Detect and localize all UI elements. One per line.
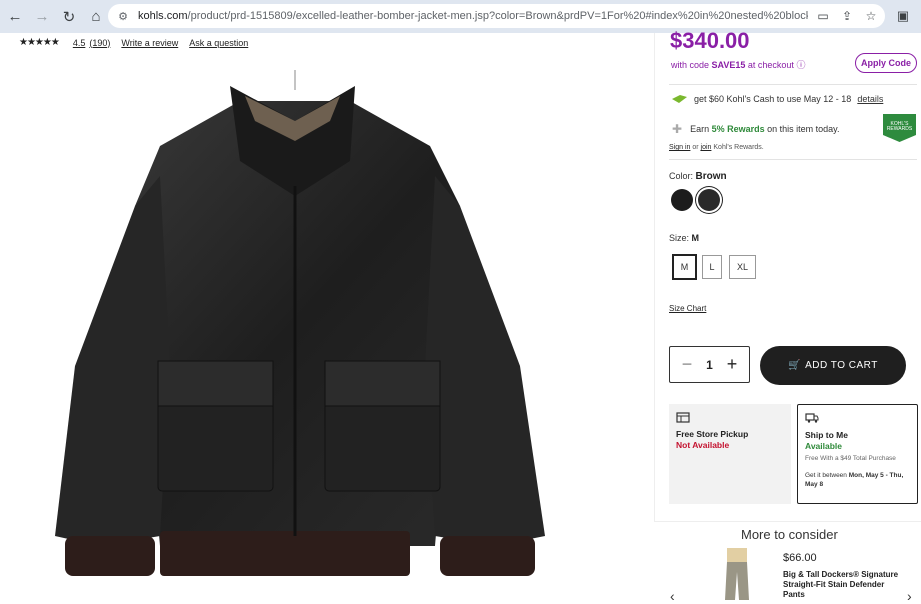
apply-code-button[interactable]: Apply Code — [855, 53, 917, 73]
cart-icon: 🛒 — [788, 360, 802, 371]
promo-code-line: with code SAVE15 at checkout ⓘ — [671, 60, 806, 70]
store-pickup-option[interactable]: Free Store Pickup Not Available — [669, 404, 791, 504]
reload-icon[interactable]: ↻ — [57, 5, 81, 29]
ask-question-link[interactable]: Ask a question — [189, 38, 248, 48]
url-text[interactable]: kohls.com/product/prd-1515809/excelled-l… — [138, 10, 808, 22]
rating-row: ★★★★★ 4.5 (190) Write a review Ask a que… — [19, 37, 248, 48]
signin-line: Sign in or join Kohl's Rewards. — [669, 144, 764, 151]
size-chart-link[interactable]: Size Chart — [669, 304, 706, 313]
divider — [669, 84, 917, 85]
color-swatch-brown[interactable] — [698, 189, 720, 211]
clipboard-icon[interactable]: ▭ — [815, 7, 831, 25]
size-option-m[interactable]: M — [673, 255, 696, 279]
plus-icon: ✚ — [672, 122, 683, 136]
store-icon — [676, 412, 690, 423]
ship-status: Available — [805, 441, 843, 451]
product-image-jacket[interactable] — [40, 66, 560, 600]
more-to-consider-title: More to consider — [741, 527, 838, 542]
browser-toolbar: ← → ↻ ⌂ ⚙ kohls.com/product/prd-1515809/… — [0, 0, 921, 33]
write-review-link[interactable]: Write a review — [121, 38, 178, 48]
increase-quantity-button[interactable]: + — [723, 354, 741, 375]
rating-value[interactable]: 4.5 — [73, 38, 86, 48]
kohls-cash-details-link[interactable]: details — [857, 94, 883, 104]
color-swatch-black[interactable] — [671, 189, 693, 211]
share-icon[interactable]: ⇪ — [839, 7, 855, 25]
size-option-xl[interactable]: XL — [729, 255, 756, 279]
carousel-next-icon[interactable]: › — [907, 588, 912, 604]
recommended-product-image[interactable] — [719, 548, 755, 600]
product-price: $340.00 — [670, 28, 750, 53]
extensions-icon[interactable]: ▣ — [893, 6, 913, 26]
join-link[interactable]: join — [701, 144, 712, 151]
ship-to-me-option[interactable]: Ship to Me Available Free With a $49 Tot… — [797, 404, 918, 504]
rewards-line: ✚ Earn 5% Rewards on this item today. — [672, 122, 840, 136]
forward-icon[interactable]: → — [30, 5, 54, 29]
info-icon[interactable]: ⓘ — [796, 60, 805, 70]
quantity-value[interactable]: 1 — [706, 358, 713, 372]
recommended-product-price: $66.00 — [783, 552, 817, 564]
bookmark-star-icon[interactable]: ☆ — [863, 7, 879, 25]
divider — [669, 159, 917, 160]
home-icon[interactable]: ⌂ — [84, 5, 108, 29]
size-option-l[interactable]: L — [702, 255, 722, 279]
add-to-cart-button[interactable]: 🛒 ADD TO CART — [760, 346, 906, 385]
kohls-cash-icon — [672, 95, 687, 103]
review-count-link[interactable]: (190) — [89, 38, 110, 48]
carousel-prev-icon[interactable]: ‹ — [670, 588, 675, 604]
color-label: Color: Brown — [669, 171, 727, 182]
star-rating-icon: ★★★★★ — [19, 37, 60, 48]
size-label: Size: M — [669, 233, 700, 243]
kohls-cash-line: get $60 Kohl's Cash to use May 12 - 18 d… — [672, 94, 883, 104]
selected-color: Brown — [695, 171, 727, 182]
back-icon[interactable]: ← — [3, 5, 27, 29]
site-settings-icon[interactable]: ⚙ — [114, 7, 132, 25]
quantity-stepper: − 1 + — [669, 346, 750, 383]
sign-in-link[interactable]: Sign in — [669, 144, 690, 151]
truck-icon — [805, 413, 819, 423]
recommended-product-name[interactable]: Big & Tall Dockers® Signature Straight-F… — [783, 570, 903, 600]
selected-size: M — [691, 233, 700, 243]
pickup-status: Not Available — [676, 440, 730, 450]
decrease-quantity-button[interactable]: − — [678, 354, 696, 375]
address-bar[interactable]: ⚙ kohls.com/product/prd-1515809/excelled… — [108, 4, 885, 28]
